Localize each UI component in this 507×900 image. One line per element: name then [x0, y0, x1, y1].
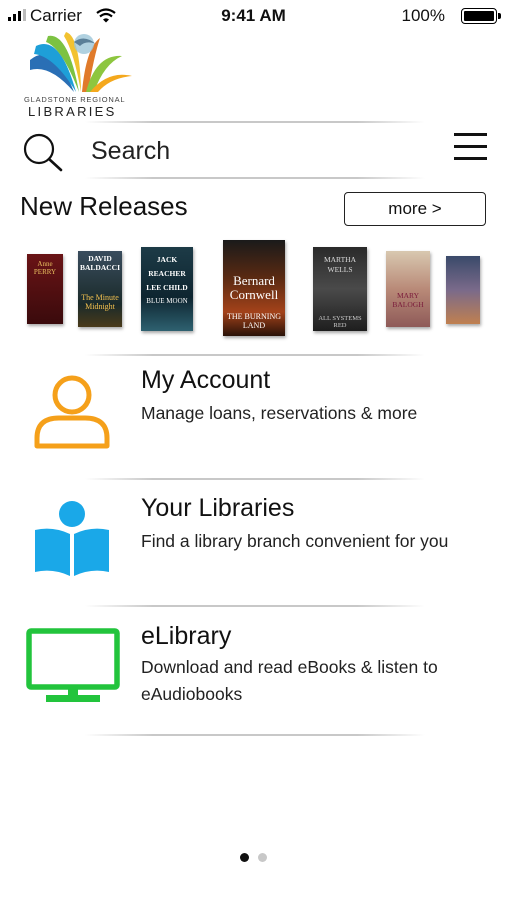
more-button[interactable]: more > — [344, 192, 486, 226]
menu-item-your-libraries[interactable]: Your Libraries Find a library branch con… — [0, 486, 507, 598]
search-input[interactable] — [91, 137, 391, 166]
section-title-new-releases: New Releases — [20, 191, 188, 221]
person-icon — [34, 375, 110, 449]
logo-text-top: GLADSTONE REGIONAL — [24, 95, 126, 104]
divider — [85, 121, 425, 123]
menu-item-my-account[interactable]: My Account Manage loans, reservations & … — [0, 360, 507, 470]
battery-percent: 100% — [401, 6, 445, 25]
menu-item-title: My Account — [141, 366, 271, 394]
menu-item-subtitle: Find a library branch convenient for you — [141, 531, 449, 551]
divider — [85, 605, 425, 607]
divider — [85, 478, 425, 480]
battery-icon — [461, 8, 497, 24]
library-logo[interactable]: GLADSTONE REGIONAL LIBRARIES — [20, 30, 140, 120]
logo-text-bottom: LIBRARIES — [28, 104, 117, 119]
book-cover[interactable]: Bernard Cornwell THE BURNING LAND — [223, 240, 285, 336]
search-icon[interactable] — [22, 132, 64, 172]
book-cover[interactable] — [446, 256, 480, 324]
divider — [85, 354, 425, 356]
new-releases-carousel[interactable]: Anne PERRY DAVID BALDACCI The Minute Mid… — [0, 238, 507, 343]
hamburger-menu-icon[interactable] — [454, 133, 487, 161]
book-cover[interactable]: DAVID BALDACCI The Minute Midnight — [78, 251, 122, 327]
page-indicator-dot-active[interactable] — [240, 853, 249, 862]
book-cover[interactable]: MARY BALOGH — [386, 251, 430, 327]
book-cover[interactable]: JACK REACHER LEE CHILD BLUE MOON — [141, 247, 193, 331]
divider — [85, 177, 425, 179]
divider — [85, 734, 425, 736]
monitor-icon — [26, 628, 120, 702]
menu-item-title: Your Libraries — [141, 494, 295, 522]
logo-mark-icon — [30, 32, 132, 92]
menu-item-subtitle: Download and read eBooks & listen to eAu… — [141, 657, 438, 704]
menu-item-title: eLibrary — [141, 622, 232, 650]
book-cover[interactable]: MARTHA WELLS ALL SYSTEMS RED — [313, 247, 367, 331]
book-cover[interactable]: Anne PERRY — [27, 254, 63, 324]
status-bar: Carrier 9:41 AM 100% — [0, 0, 507, 30]
page-indicator-dot[interactable] — [258, 853, 267, 862]
menu-item-subtitle: Manage loans, reservations & more — [141, 403, 418, 423]
menu-item-elibrary[interactable]: eLibrary Download and read eBooks & list… — [0, 614, 507, 726]
reader-book-icon — [35, 501, 109, 576]
